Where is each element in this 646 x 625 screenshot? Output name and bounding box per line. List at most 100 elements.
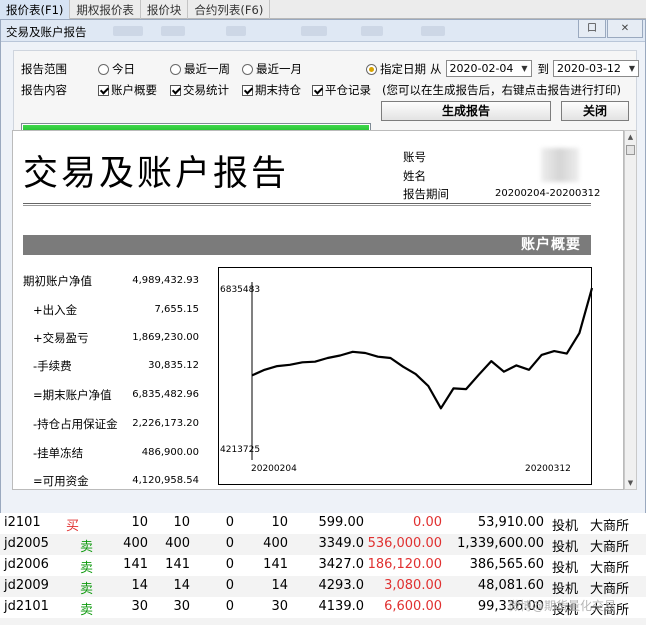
cell-q3: 0 <box>225 578 234 593</box>
period-label: 报告期间 <box>403 187 449 201</box>
cell-price: 4139.0 <box>318 599 365 614</box>
summary-label: +出入金 <box>33 303 78 317</box>
background-ghost-text <box>421 26 445 36</box>
cell-side: 卖 <box>80 582 94 597</box>
summary-value: 4,120,958.54 <box>132 475 199 486</box>
content-option-trade-stats[interactable]: 交易统计 <box>170 82 242 98</box>
equity-line <box>251 287 593 410</box>
cell-price: 4293.0 <box>318 578 365 593</box>
tab-contract-list[interactable]: 合约列表(F6) <box>188 0 271 19</box>
cell-q3: 0 <box>225 515 234 530</box>
watermark: 微博@期货量化交易 <box>508 599 617 613</box>
from-label: 从 <box>430 61 442 76</box>
background-ghost-text <box>226 26 246 36</box>
cell-q4: 10 <box>271 515 288 530</box>
radio-icon <box>170 63 181 75</box>
cell-q3: 0 <box>225 557 234 572</box>
cell-amount: 386,565.60 <box>469 557 544 572</box>
cell-pnl: 186,120.00 <box>367 557 442 572</box>
content-option-close-records[interactable]: 平仓记录 <box>312 82 382 98</box>
summary-value: 2,226,173.20 <box>132 418 199 429</box>
content-option-account-summary[interactable]: 账户概要 <box>98 82 170 98</box>
cell-type: 投机 <box>552 540 579 555</box>
content-option-end-positions[interactable]: 期末持仓 <box>242 82 312 98</box>
range-option-month[interactable]: 最近一月 <box>242 61 366 77</box>
cell-amount: 1,339,600.00 <box>457 536 544 551</box>
cell-pnl: 3,080.00 <box>384 578 442 593</box>
cell-amount: 53,910.00 <box>477 515 544 530</box>
background-ghost-text <box>361 26 383 36</box>
summary-value: 1,869,230.00 <box>132 332 199 343</box>
cell-qty: 10 <box>131 515 148 530</box>
cell-side: 买 <box>66 519 80 534</box>
radio-icon <box>242 63 253 75</box>
account-label: 账号 <box>403 150 426 164</box>
close-window-button[interactable]: ✕ <box>607 20 643 38</box>
cell-code: jd2006 <box>4 557 49 572</box>
report-view[interactable]: 交易及账户报告 账号 姓名 报告期间 20200204-20200312 账户概… <box>12 130 624 490</box>
cell-pnl: 0.00 <box>413 515 442 530</box>
summary-label: =可用资金 <box>33 474 89 488</box>
generate-report-button[interactable]: 生成报告 <box>381 101 551 121</box>
cell-qty: 14 <box>131 578 148 593</box>
summary-label: +交易盈亏 <box>33 331 89 345</box>
cell-code: i2101 <box>4 515 41 530</box>
checkbox-checked-icon <box>170 85 181 96</box>
report-options-panel: 报告范围 今日 最近一周 最近一月 指定日期 从 2020-02-04 ▼ 到 2… <box>13 50 639 142</box>
cell-exchange: 大商所 <box>590 519 630 534</box>
cell-exchange: 大商所 <box>590 561 630 576</box>
range-option-custom[interactable]: 指定日期 <box>366 61 426 77</box>
table-row[interactable]: i2101 买 10 10 0 10 599.00 0.00 53,910.00 投机 大商所 <box>0 513 646 534</box>
cell-qty: 30 <box>131 599 148 614</box>
dialog-titlebar[interactable]: 交易及账户报告 口 ✕ <box>1 20 645 42</box>
range-row: 报告范围 今日 最近一周 最近一月 指定日期 从 2020-02-04 ▼ 到 2… <box>21 60 639 77</box>
name-label: 姓名 <box>403 169 426 183</box>
cell-code: jd2101 <box>4 599 49 614</box>
scroll-up-icon[interactable]: ▲ <box>625 131 636 143</box>
report-title: 交易及账户报告 <box>23 154 290 194</box>
chevron-down-icon: ▼ <box>521 64 528 73</box>
scroll-thumb[interactable] <box>626 145 635 155</box>
scroll-down-icon[interactable]: ▼ <box>625 477 636 489</box>
report-scrollbar[interactable]: ▲ ▼ <box>624 130 637 490</box>
cell-q4: 30 <box>271 599 288 614</box>
tab-option-quotes[interactable]: 期权报价表 <box>70 0 141 19</box>
cell-type: 投机 <box>552 582 579 597</box>
cell-code: jd2009 <box>4 578 49 593</box>
summary-label: -手续费 <box>33 359 72 373</box>
tab-quote-block[interactable]: 报价块 <box>141 0 189 19</box>
cell-price: 599.00 <box>318 515 365 530</box>
background-ghost-text <box>113 26 143 36</box>
cell-exchange: 大商所 <box>590 582 630 597</box>
summary-label: 期初账户净值 <box>23 274 92 288</box>
cell-type: 投机 <box>552 519 579 534</box>
cell-type: 投机 <box>552 561 579 576</box>
cell-q2: 400 <box>165 536 190 551</box>
cell-side: 卖 <box>80 603 94 618</box>
section-banner: 账户概要 <box>23 235 591 255</box>
from-date-select[interactable]: 2020-02-04 ▼ <box>445 60 532 77</box>
table-row[interactable]: jd2005 卖 400 400 0 400 3349.0 536,000.00 1,339,6… <box>0 534 646 555</box>
cell-qty: 400 <box>123 536 148 551</box>
cell-price: 3427.0 <box>318 557 365 572</box>
divider <box>23 203 591 204</box>
tab-quote-table[interactable]: 报价表(F1) <box>0 0 71 19</box>
restore-window-button[interactable]: 口 <box>578 20 606 38</box>
cell-amount: 48,081.60 <box>477 578 544 593</box>
to-label: 到 <box>537 61 550 76</box>
summary-value: 30,835.12 <box>148 360 199 371</box>
cell-q2: 141 <box>165 557 190 572</box>
table-row[interactable]: jd2009 卖 14 14 0 14 4293.0 3,080.00 48,081.60 投机大… <box>0 576 646 597</box>
chevron-down-icon: ▼ <box>628 64 635 73</box>
redacted-account-info <box>541 148 579 182</box>
dialog-title: 交易及账户报告 <box>6 25 87 39</box>
cell-price: 3349.0 <box>318 536 365 551</box>
range-option-week[interactable]: 最近一周 <box>170 61 242 77</box>
cell-q3: 0 <box>225 536 234 551</box>
to-date-select[interactable]: 2020-03-12 ▼ <box>553 60 639 77</box>
cell-q2: 14 <box>173 578 190 593</box>
checkbox-checked-icon <box>312 85 323 96</box>
range-option-today[interactable]: 今日 <box>98 61 170 77</box>
table-row[interactable]: jd2006 卖 141 141 0 141 3427.0 186,120.00 386,565… <box>0 555 646 576</box>
close-button[interactable]: 关闭 <box>561 101 629 121</box>
